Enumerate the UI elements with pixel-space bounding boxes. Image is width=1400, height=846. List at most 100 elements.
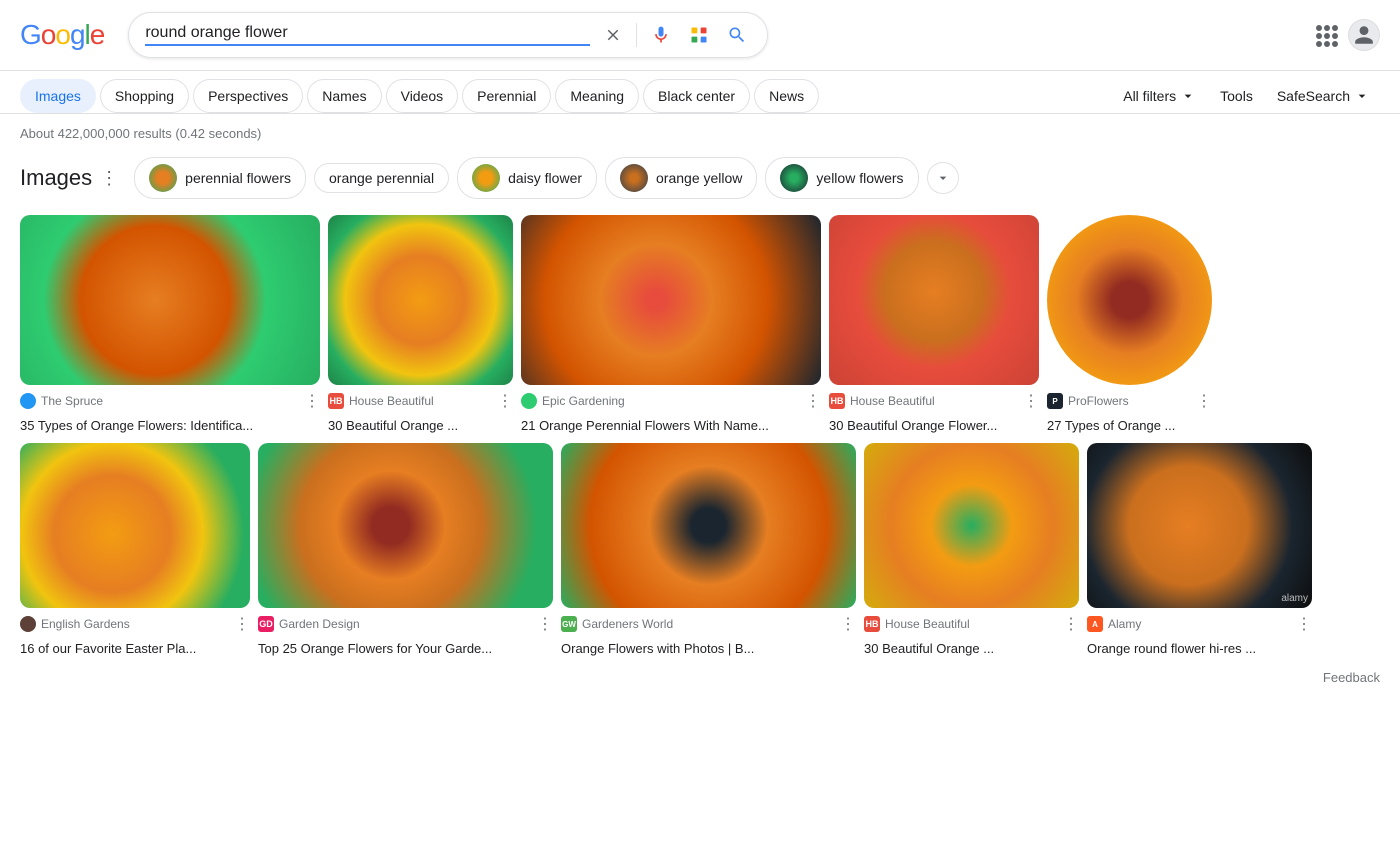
image-source-5: P ProFlowers (1047, 393, 1129, 409)
source-more-8[interactable]: ⋮ (840, 614, 856, 634)
tab-shopping[interactable]: Shopping (100, 79, 189, 113)
clear-button[interactable] (600, 22, 626, 48)
image-source-row-6: English Gardens ⋮ (20, 614, 250, 634)
tab-images[interactable]: Images (20, 79, 96, 113)
tab-perennial[interactable]: Perennial (462, 79, 551, 113)
source-more-6[interactable]: ⋮ (234, 614, 250, 634)
image-source-3: Epic Gardening (521, 393, 625, 409)
search-input[interactable] (145, 24, 590, 46)
chips-expand-button[interactable] (927, 162, 959, 194)
tools-button[interactable]: Tools (1210, 82, 1263, 110)
source-label-7: Garden Design (279, 617, 360, 631)
grid-dot (1332, 25, 1338, 31)
source-label-8: Gardeners World (582, 617, 673, 631)
chip-perennial-flowers[interactable]: perennial flowers (134, 157, 306, 199)
image-thumb-1[interactable] (20, 215, 320, 385)
image-grid-row2: English Gardens ⋮ 16 of our Favorite Eas… (20, 443, 1380, 658)
source-label-1: The Spruce (41, 394, 103, 408)
grid-dot (1332, 33, 1338, 39)
image-source-8: GW Gardeners World (561, 616, 673, 632)
image-caption-10: Orange round flower hi-res ... (1087, 640, 1312, 658)
image-source-row-8: GW Gardeners World ⋮ (561, 614, 856, 634)
image-source-row-1: The Spruce ⋮ (20, 391, 320, 411)
favicon-epic (521, 393, 537, 409)
chip-orange-yellow[interactable]: orange yellow (605, 157, 757, 199)
chip-label-orange-perennial: orange perennial (329, 170, 434, 186)
grid-dot (1324, 41, 1330, 47)
image-source-7: GD Garden Design (258, 616, 360, 632)
chip-label-yellow: yellow flowers (816, 170, 903, 186)
image-thumb-5[interactable] (1047, 215, 1212, 385)
tab-meaning[interactable]: Meaning (555, 79, 639, 113)
image-caption-3: 21 Orange Perennial Flowers With Name... (521, 417, 821, 435)
image-thumb-6[interactable] (20, 443, 250, 608)
grid-dot (1316, 33, 1322, 39)
image-thumb-3[interactable] (521, 215, 821, 385)
images-section: Images ⋮ perennial flowers orange perenn… (0, 149, 1400, 666)
image-thumb-9[interactable] (864, 443, 1079, 608)
tab-black-center[interactable]: Black center (643, 79, 750, 113)
grid-dot (1324, 33, 1330, 39)
logo-o2: o (55, 19, 70, 51)
header: Google (0, 0, 1400, 71)
all-filters-label: All filters (1123, 88, 1176, 104)
tab-names[interactable]: Names (307, 79, 381, 113)
source-more-7[interactable]: ⋮ (537, 614, 553, 634)
source-more-2[interactable]: ⋮ (497, 391, 513, 411)
chip-thumb-daisy (472, 164, 500, 192)
tab-perspectives[interactable]: Perspectives (193, 79, 303, 113)
favicon-proflowers: P (1047, 393, 1063, 409)
feedback-link[interactable]: Feedback (0, 666, 1400, 697)
images-section-title: Images (20, 165, 92, 191)
chip-yellow-flowers[interactable]: yellow flowers (765, 157, 918, 199)
source-more-3[interactable]: ⋮ (805, 391, 821, 411)
image-caption-6: 16 of our Favorite Easter Pla... (20, 640, 250, 658)
image-thumb-8[interactable] (561, 443, 856, 608)
tab-news[interactable]: News (754, 79, 819, 113)
tools-label: Tools (1220, 88, 1253, 104)
logo-g: G (20, 19, 41, 51)
voice-search-button[interactable] (647, 21, 675, 49)
safesearch-button[interactable]: SafeSearch (1267, 82, 1380, 110)
image-source-row-4: HB House Beautiful ⋮ (829, 391, 1039, 411)
source-more-4[interactable]: ⋮ (1023, 391, 1039, 411)
source-more-1[interactable]: ⋮ (304, 391, 320, 411)
source-more-10[interactable]: ⋮ (1296, 614, 1312, 634)
favicon-hb-4: HB (829, 393, 845, 409)
image-card-7: GD Garden Design ⋮ Top 25 Orange Flowers… (258, 443, 553, 658)
image-thumb-7[interactable] (258, 443, 553, 608)
account-avatar[interactable] (1348, 19, 1380, 51)
feedback-label: Feedback (1323, 670, 1380, 685)
all-filters-button[interactable]: All filters (1113, 82, 1206, 110)
source-more-5[interactable]: ⋮ (1196, 391, 1212, 411)
chip-label-daisy: daisy flower (508, 170, 582, 186)
image-thumb-2[interactable] (328, 215, 513, 385)
apps-icon[interactable] (1316, 25, 1336, 45)
image-source-row-9: HB House Beautiful ⋮ (864, 614, 1079, 634)
chip-thumb-yellow (780, 164, 808, 192)
image-thumb-10[interactable]: alamy (1087, 443, 1312, 608)
grid-dot (1332, 41, 1338, 47)
image-source-1: The Spruce (20, 393, 103, 409)
source-more-9[interactable]: ⋮ (1063, 614, 1079, 634)
watermark: alamy (1281, 593, 1308, 604)
favicon-gw: GW (561, 616, 577, 632)
image-source-row-10: A Alamy ⋮ (1087, 614, 1312, 634)
chips-row: perennial flowers orange perennial daisy… (134, 157, 958, 199)
image-card-5: P ProFlowers ⋮ 27 Types of Orange ... (1047, 215, 1212, 435)
source-label-10: Alamy (1108, 617, 1141, 631)
search-button[interactable] (723, 21, 751, 49)
chip-daisy-flower[interactable]: daisy flower (457, 157, 597, 199)
tab-videos[interactable]: Videos (386, 79, 459, 113)
image-caption-4: 30 Beautiful Orange Flower... (829, 417, 1039, 435)
images-title-wrap: Images ⋮ (20, 165, 118, 191)
chip-orange-perennial[interactable]: orange perennial (314, 163, 449, 193)
image-thumb-4[interactable] (829, 215, 1039, 385)
image-source-10: A Alamy (1087, 616, 1141, 632)
image-card-9: HB House Beautiful ⋮ 30 Beautiful Orange… (864, 443, 1079, 658)
image-caption-7: Top 25 Orange Flowers for Your Garde... (258, 640, 553, 658)
image-search-button[interactable] (685, 21, 713, 49)
images-menu-icon[interactable]: ⋮ (100, 168, 118, 189)
image-caption-1: 35 Types of Orange Flowers: Identifica..… (20, 417, 320, 435)
image-source-row-3: Epic Gardening ⋮ (521, 391, 821, 411)
